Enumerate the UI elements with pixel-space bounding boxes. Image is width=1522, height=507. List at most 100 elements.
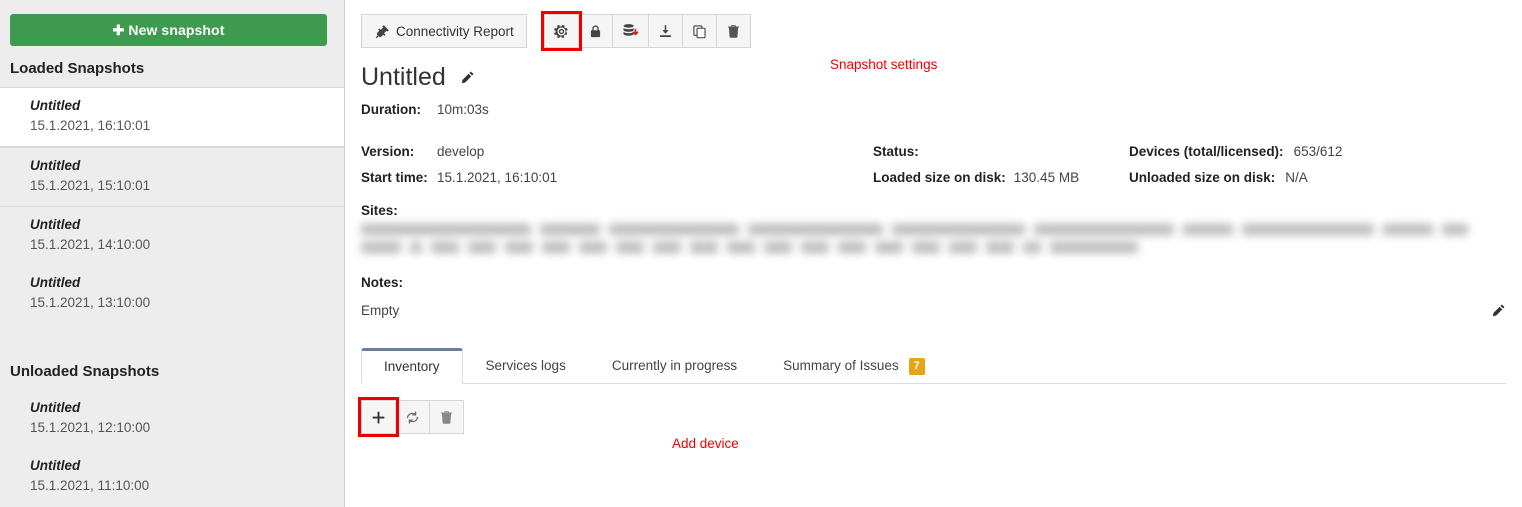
refresh-icon [405, 410, 420, 425]
delete-device-button[interactable] [429, 400, 464, 434]
snapshot-title: Untitled [30, 217, 81, 232]
list-item[interactable]: Untitled 15.1.2021, 16:10:01 [0, 87, 344, 147]
snapshot-info-grid: Version: develop Status: Devices (total/… [361, 144, 1506, 185]
loaded-snapshots-group: Loaded Snapshots Untitled 15.1.2021, 16:… [0, 46, 344, 323]
redacted-chip [1183, 224, 1233, 235]
list-item[interactable]: Untitled 15.1.2021, 12:10:00 [0, 390, 344, 448]
redacted-chip [1242, 224, 1374, 235]
duration-value: 10m:03s [437, 102, 489, 117]
sites-label: Sites: [361, 203, 398, 218]
redacted-chip [949, 242, 977, 253]
tab-summary-of-issues[interactable]: Summary of Issues 7 [760, 348, 948, 384]
tab-label: Summary of Issues [783, 358, 899, 373]
notes-row: Empty [361, 303, 1506, 318]
redacted-chip [431, 242, 459, 253]
redacted-chip [1050, 242, 1138, 253]
redacted-chip [361, 224, 531, 235]
snapshot-settings-button[interactable] [540, 11, 582, 51]
unloaded-snapshots-group: Unloaded Snapshots Untitled 15.1.2021, 1… [0, 349, 344, 506]
redacted-chip [748, 224, 883, 235]
unload-snapshot-button[interactable] [611, 14, 649, 48]
snapshot-date: 15.1.2021, 13:10:00 [30, 295, 151, 310]
redacted-chip [1383, 224, 1433, 235]
redacted-chip [468, 242, 496, 253]
info-loaded-size: Loaded size on disk: 130.45 MB [873, 170, 1129, 185]
redacted-chip [1442, 224, 1468, 235]
snapshot-date: 15.1.2021, 15:10:01 [30, 178, 151, 193]
redacted-chip [986, 242, 1014, 253]
snapshot-title: Untitled [30, 98, 81, 113]
snapshots-sidebar: ✚ New snapshot Loaded Snapshots Untitled … [0, 0, 345, 507]
loaded-snapshots-heading: Loaded Snapshots [10, 60, 145, 77]
snapshot-date: 15.1.2021, 16:10:01 [30, 118, 151, 133]
redacted-chip [616, 242, 644, 253]
connectivity-report-label: Connectivity Report [396, 23, 514, 39]
list-item[interactable]: Untitled 15.1.2021, 15:10:01 [0, 147, 344, 207]
redacted-chip [540, 224, 600, 235]
snapshot-detail-panel: Connectivity Report Snapshot settings Un… [345, 0, 1522, 507]
info-label: Devices (total/licensed): [1129, 144, 1284, 159]
plus-icon: ✚ [112, 22, 125, 38]
info-status: Status: [873, 144, 1129, 159]
redacted-chip [764, 242, 792, 253]
unloaded-snapshots-heading: Unloaded Snapshots [10, 363, 160, 380]
info-version: Version: develop [361, 144, 873, 159]
delete-snapshot-button[interactable] [715, 14, 751, 48]
redacted-chip [1034, 224, 1174, 235]
trash-icon [726, 24, 741, 39]
clone-snapshot-button[interactable] [681, 14, 717, 48]
edit-notes-pencil-icon[interactable] [1491, 303, 1506, 318]
info-value: 653/612 [1293, 144, 1343, 159]
download-snapshot-button[interactable] [647, 14, 683, 48]
copy-icon [692, 24, 707, 39]
inventory-toolbar [358, 397, 1506, 437]
duration-row: Duration: 10m:03s [361, 102, 1506, 117]
notes-label: Notes: [361, 275, 404, 290]
tab-inventory[interactable]: Inventory [361, 348, 463, 384]
redacted-chip [727, 242, 755, 253]
action-button-group [540, 11, 751, 51]
redacted-chip [361, 242, 401, 253]
redacted-chip [653, 242, 681, 253]
annotation-snapshot-settings: Snapshot settings [830, 57, 938, 72]
info-label: Start time: [361, 170, 428, 185]
new-snapshot-label: New snapshot [128, 22, 225, 38]
refresh-devices-button[interactable] [395, 400, 430, 434]
snapshot-title: Untitled [30, 458, 81, 473]
new-snapshot-button[interactable]: ✚ New snapshot [10, 14, 327, 46]
list-item[interactable]: Untitled 15.1.2021, 14:10:00 [0, 207, 344, 265]
redacted-chip [579, 242, 607, 253]
info-label: Unloaded size on disk: [1129, 170, 1276, 185]
info-label: Loaded size on disk: [873, 170, 1006, 185]
info-value: 15.1.2021, 16:10:01 [437, 170, 558, 185]
gear-icon [553, 24, 569, 39]
lock-snapshot-button[interactable] [577, 14, 613, 48]
connectivity-report-button[interactable]: Connectivity Report [361, 14, 527, 48]
info-label: Status: [873, 144, 919, 159]
pencil-icon[interactable] [460, 70, 475, 85]
annotation-add-device: Add device [672, 436, 739, 451]
database-download-icon [622, 23, 639, 39]
snapshot-title: Untitled [30, 158, 81, 173]
info-devices: Devices (total/licensed): 653/612 [1129, 144, 1506, 159]
snapshot-manager-app: ✚ New snapshot Loaded Snapshots Untitled … [0, 0, 1522, 507]
status-badge: 7 [908, 357, 925, 375]
snapshot-title: Untitled [30, 275, 81, 290]
tab-services-logs[interactable]: Services logs [463, 348, 589, 384]
redacted-chip [838, 242, 866, 253]
sites-redacted-content [361, 224, 1506, 253]
redacted-chip [410, 242, 422, 253]
plus-icon [371, 410, 386, 425]
report-button-group: Connectivity Report [361, 14, 527, 48]
tab-currently-in-progress[interactable]: Currently in progress [589, 348, 760, 384]
plug-icon [374, 24, 389, 39]
snapshot-title: Untitled [30, 400, 81, 415]
redacted-chip [1023, 242, 1041, 253]
snapshot-date: 15.1.2021, 11:10:00 [30, 478, 150, 493]
redacted-chip [892, 224, 1025, 235]
add-device-button[interactable] [358, 397, 399, 437]
detail-tabs: Inventory Services logs Currently in pro… [361, 347, 1506, 384]
tab-label: Inventory [384, 359, 440, 374]
list-item[interactable]: Untitled 15.1.2021, 13:10:00 [0, 265, 344, 323]
list-item[interactable]: Untitled 15.1.2021, 11:10:00 [0, 448, 344, 506]
